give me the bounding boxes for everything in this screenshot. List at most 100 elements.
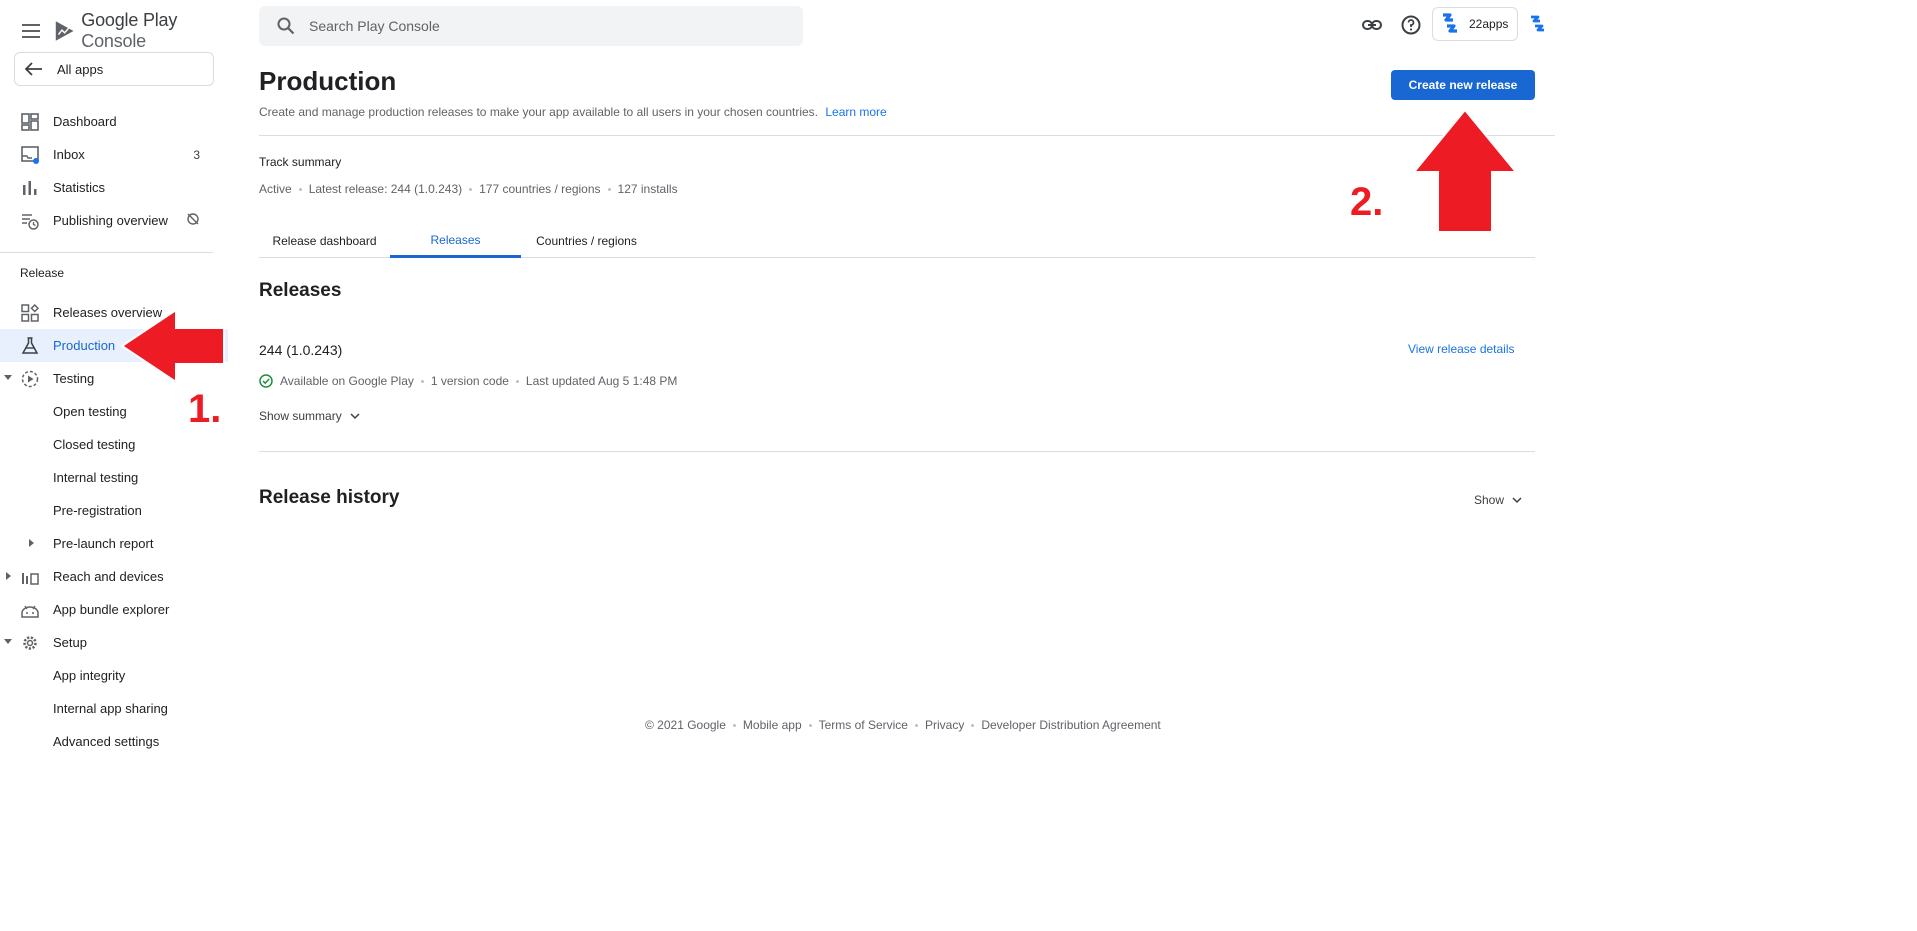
sidebar-label: Pre-registration <box>53 503 142 518</box>
separator-dot <box>469 187 473 191</box>
sidebar-label: Testing <box>53 371 95 386</box>
release-name: 244 (1.0.243) <box>259 342 343 358</box>
sidebar-label: Closed testing <box>53 437 136 452</box>
tab-label: Countries / regions <box>536 234 637 248</box>
sidebar-divider <box>0 252 213 253</box>
tab-countries-regions[interactable]: Countries / regions <box>521 224 652 258</box>
sidebar-label: Setup <box>53 635 87 650</box>
release-version-codes: 1 version code <box>430 374 509 388</box>
search-bar[interactable] <box>259 6 803 46</box>
release-meta: Available on Google Play 1 version code … <box>259 374 677 388</box>
sidebar-item-internal-testing[interactable]: Internal testing <box>0 461 228 494</box>
expand-down-icon[interactable] <box>4 375 12 380</box>
page-description: Create and manage production releases to… <box>259 105 887 119</box>
sidebar-item-inbox[interactable]: Inbox 3 <box>0 138 228 171</box>
page-description-text: Create and manage production releases to… <box>259 105 818 119</box>
create-new-release-button[interactable]: Create new release <box>1391 70 1535 100</box>
sidebar-item-internal-app-sharing[interactable]: Internal app sharing <box>0 692 228 725</box>
gear-icon <box>23 636 37 650</box>
show-summary-label: Show summary <box>259 409 342 423</box>
sidebar-label: Inbox <box>53 147 85 162</box>
sidebar-item-setup[interactable]: Setup <box>0 626 228 659</box>
chevron-down-icon <box>350 412 360 419</box>
track-installs: 127 installs <box>617 182 678 196</box>
tab-release-dashboard[interactable]: Release dashboard <box>259 224 390 258</box>
separator-dot <box>914 723 918 727</box>
track-latest-release: Latest release: 244 (1.0.243) <box>308 182 463 196</box>
separator-dot <box>732 723 736 727</box>
account-name: 22apps <box>1469 17 1509 31</box>
page-title: Production <box>259 66 397 96</box>
brand-text: Google Play Console <box>81 10 228 52</box>
separator-dot <box>515 379 519 383</box>
release-availability: Available on Google Play <box>280 374 414 388</box>
link-icon[interactable] <box>1361 14 1383 36</box>
show-summary-toggle[interactable]: Show summary <box>259 409 360 423</box>
chevron-down-icon <box>1512 496 1522 503</box>
account-switcher[interactable]: 22apps <box>1432 7 1518 41</box>
view-release-details-link[interactable]: View release details <box>1408 342 1515 356</box>
production-flask-icon <box>21 337 39 354</box>
sidebar-item-closed-testing[interactable]: Closed testing <box>0 428 228 461</box>
sidebar-item-pre-registration[interactable]: Pre-registration <box>0 494 228 527</box>
publishing-schedule-icon <box>22 214 39 230</box>
learn-more-link[interactable]: Learn more <box>825 105 886 119</box>
play-console-logo[interactable]: Google Play Console <box>54 10 228 52</box>
releases-heading: Releases <box>259 280 342 301</box>
track-countries: 177 countries / regions <box>479 182 601 196</box>
sidebar-label: Statistics <box>53 180 106 195</box>
footer-privacy-link[interactable]: Privacy <box>925 718 964 732</box>
sidebar-label: Advanced settings <box>53 734 160 749</box>
track-summary-title: Track summary <box>259 155 342 169</box>
sidebar-label: Reach and devices <box>53 569 164 584</box>
annotation-arrow-left <box>120 308 225 384</box>
tab-releases[interactable]: Releases <box>390 224 521 258</box>
all-apps-button[interactable]: All apps <box>14 52 214 86</box>
menu-icon[interactable] <box>22 21 40 41</box>
sidebar-item-publishing-overview[interactable]: Publishing overview <box>0 204 228 237</box>
arrow-back-icon <box>25 62 42 76</box>
sidebar-label: Pre-launch report <box>53 536 154 551</box>
annotation-step-2: 2. <box>1350 180 1384 224</box>
sidebar-item-statistics[interactable]: Statistics <box>0 171 228 204</box>
search-input[interactable] <box>309 18 759 34</box>
reach-devices-icon <box>22 573 39 585</box>
developer-avatar-icon[interactable] <box>1529 14 1547 36</box>
separator-dot <box>298 187 302 191</box>
separator-dot <box>607 187 611 191</box>
sidebar-label: Internal app sharing <box>53 701 168 716</box>
tab-label: Releases <box>430 232 481 247</box>
release-last-updated: Last updated Aug 5 1:48 PM <box>525 374 678 388</box>
show-history-toggle[interactable]: Show <box>1474 493 1522 507</box>
sidebar-item-dashboard[interactable]: Dashboard <box>0 105 228 138</box>
expand-down-icon[interactable] <box>4 639 12 644</box>
tab-label: Release dashboard <box>272 234 377 248</box>
sidebar: Google Play Console All apps Dashboard I… <box>0 0 228 931</box>
play-logo-icon <box>55 21 74 41</box>
android-bundle-icon <box>21 605 39 618</box>
sidebar-item-pre-launch-report[interactable]: Pre-launch report <box>0 527 228 560</box>
sidebar-item-app-bundle-explorer[interactable]: App bundle explorer <box>0 593 228 626</box>
testing-icon <box>21 370 39 388</box>
track-summary-meta: Active Latest release: 244 (1.0.243) 177… <box>259 182 678 196</box>
help-icon[interactable] <box>1400 14 1422 36</box>
footer-copyright: © 2021 Google <box>645 718 726 732</box>
footer-terms-link[interactable]: Terms of Service <box>819 718 908 732</box>
expand-right-icon[interactable] <box>29 539 34 547</box>
sidebar-label: App integrity <box>53 668 126 683</box>
tab-bar: Release dashboard Releases Countries / r… <box>259 224 1535 258</box>
dashboard-icon <box>21 113 39 131</box>
bar-chart-icon <box>23 181 37 195</box>
sidebar-item-app-integrity[interactable]: App integrity <box>0 659 228 692</box>
inbox-count-badge: 3 <box>193 147 200 162</box>
footer-mobile-app-link[interactable]: Mobile app <box>743 718 802 732</box>
search-icon <box>277 17 295 35</box>
sidebar-item-advanced-settings[interactable]: Advanced settings <box>0 725 228 758</box>
footer-dda-link[interactable]: Developer Distribution Agreement <box>981 718 1160 732</box>
expand-right-icon[interactable] <box>6 572 11 580</box>
check-circle-icon <box>259 374 273 388</box>
releases-divider <box>259 451 1535 452</box>
sidebar-label: Open testing <box>53 404 127 419</box>
sidebar-item-reach-and-devices[interactable]: Reach and devices <box>0 560 228 593</box>
brand-console: Console <box>81 31 146 51</box>
